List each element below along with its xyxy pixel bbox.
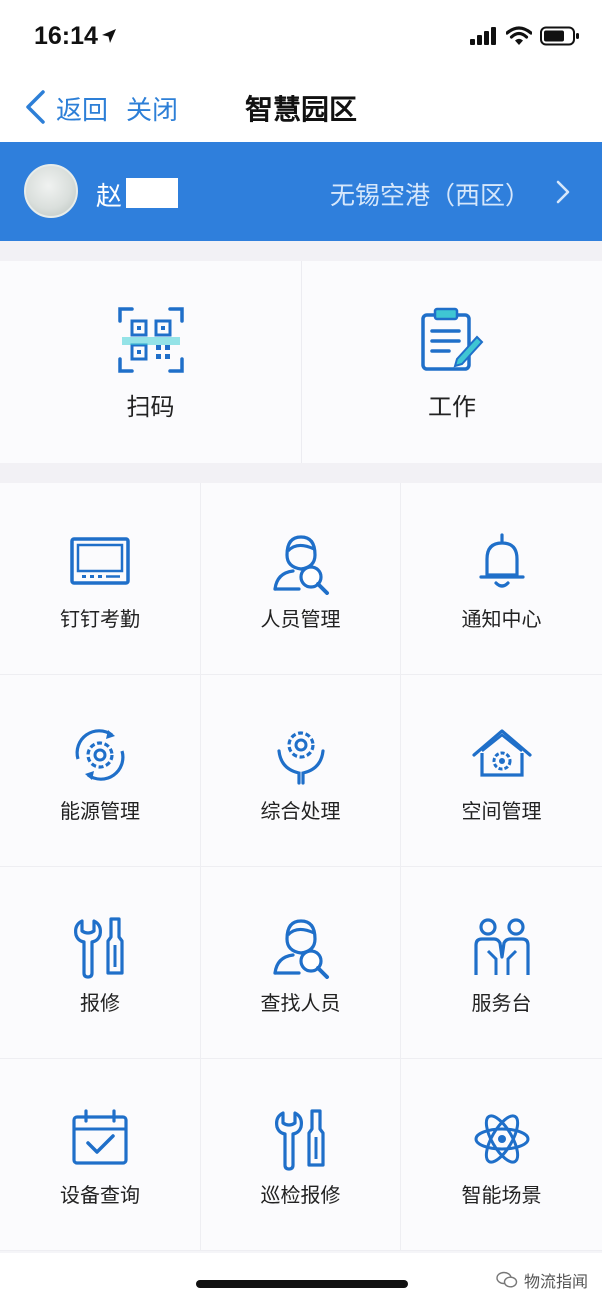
app-service-desk[interactable]: 服务台 [401, 867, 602, 1059]
app-label: 通知中心 [461, 607, 542, 631]
app-label: 服务台 [471, 991, 532, 1015]
app-energy-management[interactable]: 能源管理 [0, 675, 201, 867]
atom-icon [474, 1114, 529, 1164]
avatar[interactable] [24, 164, 78, 218]
section-divider [0, 241, 602, 261]
gear-cycle-icon [75, 729, 125, 781]
house-gear-icon [471, 729, 532, 777]
quick-actions: 扫码 工作 [0, 261, 602, 463]
app-inspection-repair[interactable]: 巡检报修 [201, 1059, 401, 1251]
user-bar[interactable]: 赵 无锡空港（西区） [0, 142, 602, 241]
qr-scan-icon [117, 307, 184, 373]
status-icons [470, 26, 580, 46]
name-redaction [126, 178, 178, 208]
section-divider [0, 463, 602, 483]
wifi-icon [506, 26, 532, 45]
app-grid: 钉钉考勤 人员管理 通知中心 能源管理 综合处理 空间管理 报修 查找人员 服务… [0, 483, 602, 1253]
app-dingtalk-attendance[interactable]: 钉钉考勤 [0, 483, 201, 675]
app-label: 能源管理 [60, 799, 140, 823]
app-label: 智能场景 [461, 1183, 542, 1207]
wechat-icon [496, 1271, 518, 1288]
person-search-icon [272, 535, 329, 595]
app-smart-scene[interactable]: 智能场景 [401, 1059, 602, 1251]
app-label: 查找人员 [260, 991, 341, 1015]
quick-action-scan[interactable]: 扫码 [0, 261, 301, 463]
app-repair[interactable]: 报修 [0, 867, 201, 1059]
watermark-text: 物流指闻 [523, 1272, 588, 1291]
app-device-query[interactable]: 设备查询 [0, 1059, 201, 1251]
app-label: 钉钉考勤 [60, 607, 140, 631]
people-icon [473, 918, 530, 975]
wrench-screwdriver-icon [74, 917, 124, 979]
app-label: 巡检报修 [260, 1183, 341, 1207]
gear-hands-icon [276, 731, 325, 785]
person-search-icon [272, 919, 329, 979]
calendar-check-icon [72, 1109, 128, 1165]
wrench-screwdriver-icon [274, 1109, 325, 1171]
location-arrow-icon [102, 29, 116, 43]
status-time: 16:14 [34, 22, 98, 50]
quick-action-label: 工作 [428, 393, 476, 421]
page-title: 智慧园区 [244, 93, 357, 126]
quick-action-label: 扫码 [126, 393, 175, 421]
app-personnel-management[interactable]: 人员管理 [201, 483, 401, 675]
user-name: 赵 [96, 182, 123, 212]
status-bar: 16:14 [0, 0, 602, 70]
quick-action-work[interactable]: 工作 [301, 261, 602, 463]
signal-icon [470, 27, 496, 45]
chevron-right-icon[interactable] [556, 180, 570, 204]
app-label: 综合处理 [260, 799, 341, 823]
app-space-management[interactable]: 空间管理 [401, 675, 602, 867]
app-label: 空间管理 [461, 799, 542, 823]
battery-icon [540, 26, 579, 46]
clipboard-edit-icon [421, 307, 484, 371]
bell-icon [478, 533, 525, 588]
nav-bar: 返回 关闭 智慧园区 [0, 70, 602, 142]
home-indicator[interactable] [196, 1280, 408, 1288]
app-label: 报修 [80, 991, 120, 1015]
app-label: 设备查询 [60, 1183, 140, 1207]
location-selector[interactable]: 无锡空港（西区） [330, 176, 530, 212]
watermark: 物流指闻 [496, 1268, 588, 1292]
app-label: 人员管理 [260, 607, 341, 631]
app-find-person[interactable]: 查找人员 [201, 867, 401, 1059]
monitor-icon [70, 537, 130, 585]
app-notification-center[interactable]: 通知中心 [401, 483, 602, 675]
app-integrated-processing[interactable]: 综合处理 [201, 675, 401, 867]
